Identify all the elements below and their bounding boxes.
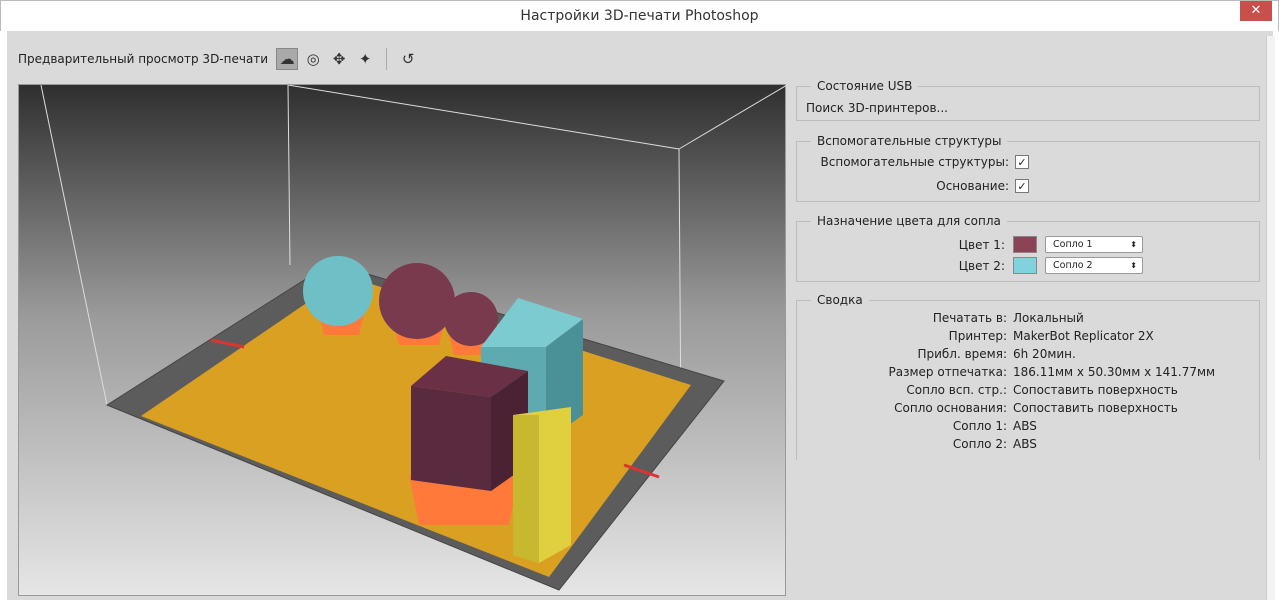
raft-label: Основание:	[936, 179, 1009, 193]
summary-key: Сопло 1:	[952, 419, 1007, 433]
summary-value: ABS	[1013, 437, 1037, 451]
summary-row: Сопло 2: ABS	[797, 437, 1261, 451]
usb-status-group: Состояние USB Поиск 3D-принтеров...	[796, 79, 1260, 121]
summary-key: Сопло всп. стр.:	[906, 383, 1007, 397]
preview-label: Предварительный просмотр 3D-печати	[18, 52, 269, 66]
reset-icon[interactable]: ↺	[397, 48, 419, 70]
summary-row: Сопло всп. стр.: Сопоставить поверхность	[797, 383, 1261, 397]
group-title: Сводка	[811, 293, 869, 307]
chevron-updown-icon: ⬍	[1130, 261, 1137, 270]
summary-key: Печатать в:	[932, 311, 1007, 325]
close-button[interactable]: ✕	[1240, 1, 1272, 21]
orbit-icon[interactable]: ◎	[302, 48, 324, 70]
summary-row: Сопло 1: ABS	[797, 419, 1261, 433]
summary-key: Принтер:	[948, 329, 1007, 343]
sphere-maroon-large	[379, 263, 455, 339]
summary-row: Печатать в: Локальный	[797, 311, 1261, 325]
summary-value: MakerBot Replicator 2X	[1013, 329, 1154, 343]
group-title: Вспомогательные структуры	[811, 134, 1008, 148]
scaffolding-label: Вспомогательные структуры:	[820, 155, 1009, 169]
summary-key: Прибл. время:	[917, 347, 1007, 361]
summary-value: Сопоставить поверхность	[1013, 401, 1178, 415]
nozzle-color-group: Назначение цвета для сопла Цвет 1: Сопло…	[796, 214, 1260, 282]
3d-print-preview[interactable]	[18, 84, 787, 596]
chevron-updown-icon: ⬍	[1130, 240, 1137, 249]
sphere-cyan	[303, 256, 373, 326]
prism-yellow	[513, 407, 571, 563]
summary-key: Размер отпечатка:	[888, 365, 1007, 379]
group-title: Назначение цвета для сопла	[811, 214, 1007, 228]
raft-checkbox[interactable]: ✓	[1015, 179, 1029, 193]
color-1-label: Цвет 1:	[958, 237, 1005, 252]
preview-toolbar: Предварительный просмотр 3D-печати ☁ ◎ ✥…	[18, 46, 419, 72]
toolbar-divider	[386, 48, 388, 70]
scrollbar[interactable]	[1266, 36, 1275, 600]
usb-status-text: Поиск 3D-принтеров...	[806, 101, 948, 115]
color-2-label: Цвет 2:	[958, 258, 1005, 273]
view-icon[interactable]: ☁	[276, 48, 299, 70]
summary-key: Сопло 2:	[952, 437, 1007, 451]
pan-icon[interactable]: ✥	[328, 48, 350, 70]
select-value: Сопло 2	[1053, 260, 1093, 271]
color-1-swatch[interactable]	[1013, 236, 1037, 253]
window-title: Настройки 3D-печати Photoshop	[520, 8, 759, 24]
summary-row: Размер отпечатка: 186.11мм x 50.30мм x 14…	[797, 365, 1261, 379]
summary-value: 6h 20мин.	[1013, 347, 1076, 361]
summary-row: Сопло основания: Сопоставить поверхность	[797, 401, 1261, 415]
summary-row: Прибл. время: 6h 20мин.	[797, 347, 1261, 361]
color-2-swatch[interactable]	[1013, 257, 1037, 274]
nozzle-2-select[interactable]: Сопло 2 ⬍	[1045, 257, 1143, 274]
scaffolding-checkbox[interactable]: ✓	[1015, 155, 1029, 169]
summary-row: Принтер: MakerBot Replicator 2X	[797, 329, 1261, 343]
move-icon[interactable]: ✦	[354, 48, 376, 70]
summary-key: Сопло основания:	[894, 401, 1007, 415]
summary-value: Сопоставить поверхность	[1013, 383, 1178, 397]
summary-value: 186.11мм x 50.30мм x 141.77мм	[1013, 365, 1216, 379]
summary-value: Локальный	[1013, 311, 1084, 325]
summary-group: Сводка Печатать в: Локальный Принтер: Maker…	[796, 293, 1261, 460]
summary-value: ABS	[1013, 419, 1037, 433]
group-title: Состояние USB	[811, 79, 919, 93]
nozzle-1-select[interactable]: Сопло 1 ⬍	[1045, 236, 1143, 253]
cube-maroon	[411, 356, 528, 491]
select-value: Сопло 1	[1053, 239, 1093, 250]
title-bar: Настройки 3D-печати Photoshop ✕	[0, 0, 1279, 31]
supports-group: Вспомогательные структуры Вспомогательны…	[796, 134, 1260, 202]
